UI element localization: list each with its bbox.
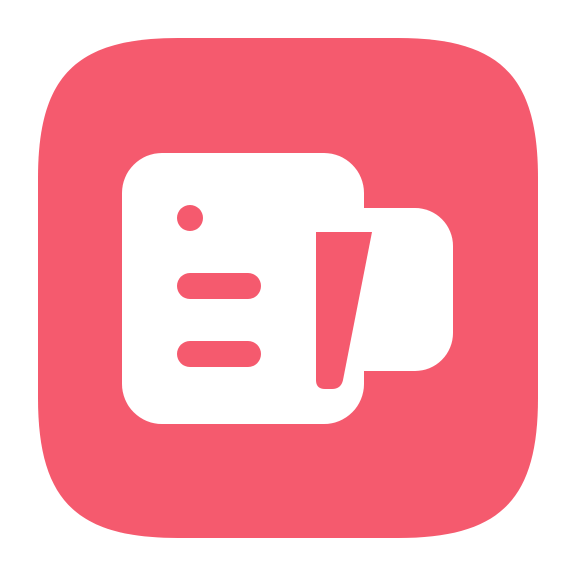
text-line-1 — [177, 273, 261, 299]
icon-stage — [0, 0, 576, 576]
bullet-dot-icon — [177, 205, 203, 231]
app-icon[interactable] — [0, 0, 576, 576]
text-line-2 — [177, 341, 261, 367]
